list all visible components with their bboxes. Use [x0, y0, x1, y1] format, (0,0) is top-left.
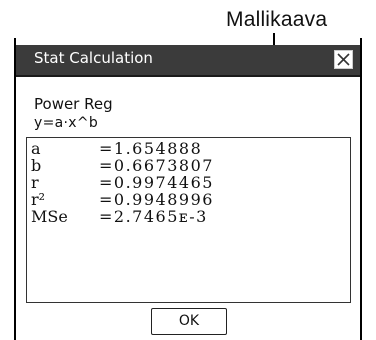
template-formula-callout-label: Mallikaava: [226, 8, 328, 31]
result-name: MSe: [31, 207, 68, 226]
result-value: =0.9948996: [99, 190, 214, 209]
result-name: b: [31, 156, 42, 175]
regression-type-label: Power Reg: [34, 95, 113, 113]
stat-calculation-dialog: Stat Calculation Power Reg y=a·x^b a =1.…: [16, 45, 360, 340]
dialog-title: Stat Calculation: [34, 49, 153, 67]
result-name: a: [31, 139, 41, 158]
result-value: =0.6673807: [99, 156, 214, 175]
dialog-titlebar: Stat Calculation: [16, 45, 360, 77]
result-value: =1.654888: [99, 139, 203, 158]
page: Mallikaava Stat Calculation Power Reg y=…: [0, 0, 376, 340]
screen-frame-right: [360, 38, 362, 340]
regression-formula: y=a·x^b: [34, 115, 99, 131]
result-name: r: [31, 173, 39, 192]
close-button[interactable]: [334, 50, 353, 69]
close-icon: [337, 53, 350, 66]
ok-button[interactable]: OK: [151, 308, 227, 335]
result-name: r²: [31, 190, 46, 209]
result-value: =0.9974465: [99, 173, 214, 192]
results-list: a =1.654888 b =0.6673807 r =0.9974465 r²…: [26, 137, 351, 303]
result-value: =2.7465ᴇ-3: [99, 207, 208, 226]
